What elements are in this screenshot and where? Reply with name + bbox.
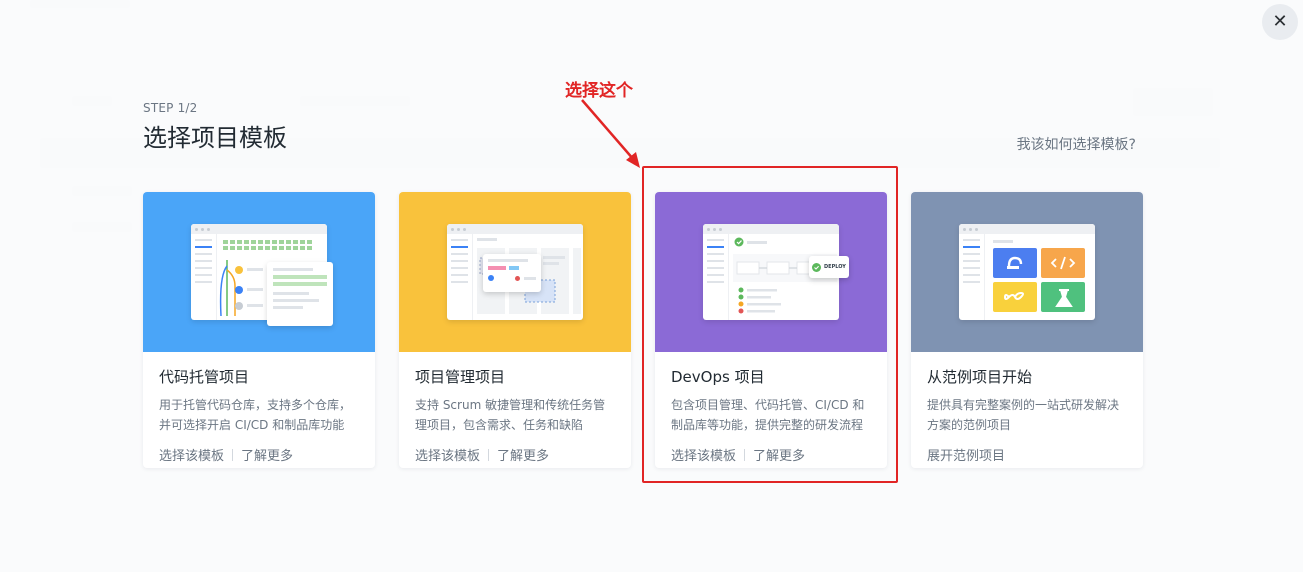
- template-card-sample-project[interactable]: 从范例项目开始 提供具有完整案例的一站式研发解决方案的范例项目 展开范例项目: [911, 192, 1143, 468]
- deploy-badge: DEPLOY: [809, 256, 849, 278]
- select-template-link[interactable]: 选择该模板: [671, 445, 736, 464]
- card-hero: DEPLOY: [655, 192, 887, 352]
- card-hero: [143, 192, 375, 352]
- template-card-code-hosting[interactable]: 代码托管项目 用于托管代码仓库，支持多个仓库，并可选择开启 CI/CD 和制品库…: [143, 192, 375, 468]
- template-card-devops[interactable]: DEPLOY DevOps 项目 包含项目管理、代码托管、CI/CD 和制品库等…: [655, 192, 887, 468]
- deploy-badge-label: DEPLOY: [824, 264, 846, 270]
- code-diff-panel: [267, 262, 333, 326]
- card-hero: [399, 192, 631, 352]
- action-separator: [232, 448, 234, 461]
- page-title: 选择项目模板: [143, 124, 287, 152]
- close-icon: ✕: [1272, 11, 1288, 32]
- card-title: DevOps 项目: [671, 368, 765, 386]
- card-title: 从范例项目开始: [927, 368, 1033, 386]
- card-description: 包含项目管理、代码托管、CI/CD 和制品库等功能，提供完整的研发流程: [671, 398, 865, 432]
- template-card-project-management[interactable]: 项目管理项目 支持 Scrum 敏捷管理和传统任务管理项目，包含需求、任务和缺陷…: [399, 192, 631, 468]
- template-card-list: 代码托管项目 用于托管代码仓库，支持多个仓库，并可选择开启 CI/CD 和制品库…: [143, 192, 1143, 468]
- learn-more-link[interactable]: 了解更多: [753, 445, 805, 464]
- task-card-panel: [483, 254, 541, 292]
- select-template-link[interactable]: 选择该模板: [159, 445, 224, 464]
- close-button[interactable]: ✕: [1262, 4, 1298, 40]
- learn-more-link[interactable]: 了解更多: [497, 445, 549, 464]
- card-title: 项目管理项目: [415, 368, 506, 386]
- card-description: 提供具有完整案例的一站式研发解决方案的范例项目: [927, 398, 1120, 432]
- check-circle-icon: [812, 262, 821, 272]
- card-description: 支持 Scrum 敏捷管理和传统任务管理项目，包含需求、任务和缺陷: [415, 398, 606, 432]
- help-link[interactable]: 我该如何选择模板?: [1017, 134, 1136, 154]
- expand-sample-projects-link[interactable]: 展开范例项目: [927, 445, 1005, 464]
- action-separator: [488, 448, 490, 461]
- module-tiles-illustration: [959, 224, 1095, 320]
- step-indicator: STEP 1/2: [143, 101, 198, 115]
- card-description: 用于托管代码仓库，支持多个仓库，并可选择开启 CI/CD 和制品库功能: [159, 398, 352, 432]
- annotation-arrow-icon: [581, 99, 640, 168]
- action-separator: [744, 448, 746, 461]
- learn-more-link[interactable]: 了解更多: [241, 445, 293, 464]
- card-title: 代码托管项目: [159, 368, 250, 386]
- card-hero: [911, 192, 1143, 352]
- select-template-link[interactable]: 选择该模板: [415, 445, 480, 464]
